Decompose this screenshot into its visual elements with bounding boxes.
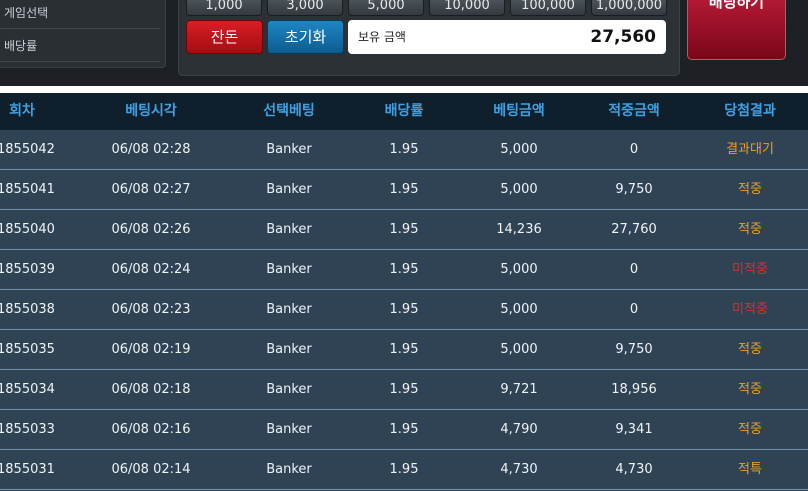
cell-bet: 9,721 (500, 382, 538, 397)
cell-odds: 1.95 (389, 462, 419, 477)
cell-time: 06/08 02:24 (111, 262, 191, 277)
cell-pick: Banker (266, 182, 312, 197)
cell-win: 18,956 (611, 382, 657, 397)
chip-button-3000[interactable]: 3,000 (267, 0, 343, 16)
cell-odds: 1.95 (389, 342, 419, 357)
cell-round: 1855041 (0, 182, 55, 197)
top-control-area: 게임선택 배당률 1,000 3,000 5,000 10,000 100,00… (0, 0, 808, 86)
cell-result: 미적중 (732, 302, 768, 317)
cell-time: 06/08 02:28 (111, 142, 191, 157)
table-row: 1855034 06/08 02:18 Banker 1.95 9,721 18,956 적… (0, 370, 808, 410)
cell-result: 적중 (738, 342, 762, 357)
bet-history-table: 회차 베팅시각 선택베팅 배당률 베팅금액 적중금액 당첨결과 1855042 0… (0, 93, 808, 491)
cell-bet: 4,730 (500, 462, 538, 477)
cell-odds: 1.95 (389, 222, 419, 237)
cell-round: 1855038 (0, 302, 55, 317)
cell-bet: 5,000 (500, 142, 538, 157)
cell-round: 1855034 (0, 382, 55, 397)
place-bet-label: 배팅하기 (708, 0, 765, 11)
cell-round: 1855042 (0, 142, 55, 157)
cell-win: 27,760 (611, 222, 657, 237)
cell-odds: 1.95 (389, 142, 419, 157)
header-win-amount: 적중금액 (608, 103, 660, 119)
cell-result: 적중 (738, 382, 762, 397)
cell-win: 9,750 (615, 342, 653, 357)
cell-bet: 5,000 (500, 182, 538, 197)
cell-bet: 5,000 (500, 262, 538, 277)
table-row: 1855033 06/08 02:16 Banker 1.95 4,790 9,341 적중 (0, 410, 808, 450)
cell-pick: Banker (266, 422, 312, 437)
cell-result: 적중 (738, 182, 762, 197)
cell-pick: Banker (266, 302, 312, 317)
cell-time: 06/08 02:23 (111, 302, 191, 317)
cell-win: 0 (629, 142, 639, 157)
header-bet-time: 베팅시각 (125, 103, 177, 119)
cell-win: 9,750 (615, 182, 653, 197)
table-row: 1855035 06/08 02:19 Banker 1.95 5,000 9,750 적중 (0, 330, 808, 370)
cell-round: 1855040 (0, 222, 55, 237)
cell-round: 1855039 (0, 262, 55, 277)
cell-bet: 14,236 (496, 222, 542, 237)
cell-pick: Banker (266, 342, 312, 357)
cell-win: 0 (629, 302, 639, 317)
header-round: 회차 (9, 103, 35, 119)
cell-bet: 4,790 (500, 422, 538, 437)
cell-pick: Banker (266, 222, 312, 237)
table-row: 1855038 06/08 02:23 Banker 1.95 5,000 0 미적중 (0, 290, 808, 330)
cell-result: 미적중 (732, 262, 768, 277)
chip-button-1000000[interactable]: 1,000,000 (591, 0, 667, 16)
cell-odds: 1.95 (389, 182, 419, 197)
table-header: 회차 베팅시각 선택베팅 배당률 베팅금액 적중금액 당첨결과 (0, 93, 808, 131)
cell-result: 결과대기 (726, 142, 774, 157)
cell-pick: Banker (266, 382, 312, 397)
cell-time: 06/08 02:18 (111, 382, 191, 397)
cell-round: 1855035 (0, 342, 55, 357)
cell-time: 06/08 02:16 (111, 422, 191, 437)
chip-button-10000[interactable]: 10,000 (429, 0, 505, 16)
cell-win: 4,730 (615, 462, 653, 477)
table-row: 1855039 06/08 02:24 Banker 1.95 5,000 0 미적중 (0, 250, 808, 290)
header-result: 당첨결과 (724, 103, 776, 119)
header-pick: 선택베팅 (263, 103, 315, 119)
cell-odds: 1.95 (389, 422, 419, 437)
game-info-box: 게임선택 배당률 (0, 0, 166, 68)
cell-win: 9,341 (615, 422, 653, 437)
game-select-label[interactable]: 게임선택 (0, 0, 160, 29)
cell-pick: Banker (266, 462, 312, 477)
balance-amount: 27,560 (590, 27, 656, 47)
reset-button[interactable]: 초기화 (267, 20, 344, 54)
cell-round: 1855033 (0, 422, 55, 437)
cell-result: 적중 (738, 422, 762, 437)
header-bet-amount: 베팅금액 (493, 103, 545, 119)
cell-result: 적특 (738, 462, 762, 477)
cell-bet: 5,000 (500, 302, 538, 317)
payout-rate-label: 배당률 (0, 30, 160, 62)
cell-result: 적중 (738, 222, 762, 237)
change-button[interactable]: 잔돈 (186, 20, 263, 54)
cell-win: 0 (629, 262, 639, 277)
chip-button-1000[interactable]: 1,000 (186, 0, 262, 16)
cell-odds: 1.95 (389, 302, 419, 317)
chip-button-100000[interactable]: 100,000 (510, 0, 586, 16)
cell-odds: 1.95 (389, 382, 419, 397)
place-bet-button[interactable]: 배팅하기 (687, 0, 786, 60)
cell-pick: Banker (266, 142, 312, 157)
cell-time: 06/08 02:26 (111, 222, 191, 237)
header-odds: 배당률 (384, 103, 424, 119)
balance-label: 보유 금액 (358, 30, 406, 44)
chip-button-5000[interactable]: 5,000 (348, 0, 424, 16)
table-row: 1855041 06/08 02:27 Banker 1.95 5,000 9,750 적중 (0, 170, 808, 210)
table-row: 1855040 06/08 02:26 Banker 1.95 14,236 27,760… (0, 210, 808, 250)
cell-odds: 1.95 (389, 262, 419, 277)
cell-time: 06/08 02:14 (111, 462, 191, 477)
cell-round: 1855031 (0, 462, 55, 477)
cell-pick: Banker (266, 262, 312, 277)
cell-bet: 5,000 (500, 342, 538, 357)
cell-time: 06/08 02:19 (111, 342, 191, 357)
cell-time: 06/08 02:27 (111, 182, 191, 197)
table-row: 1855042 06/08 02:28 Banker 1.95 5,000 0 결과대기 (0, 130, 808, 170)
balance-display: 보유 금액 27,560 (348, 20, 666, 54)
table-row: 1855031 06/08 02:14 Banker 1.95 4,730 4,730 적특 (0, 450, 808, 490)
